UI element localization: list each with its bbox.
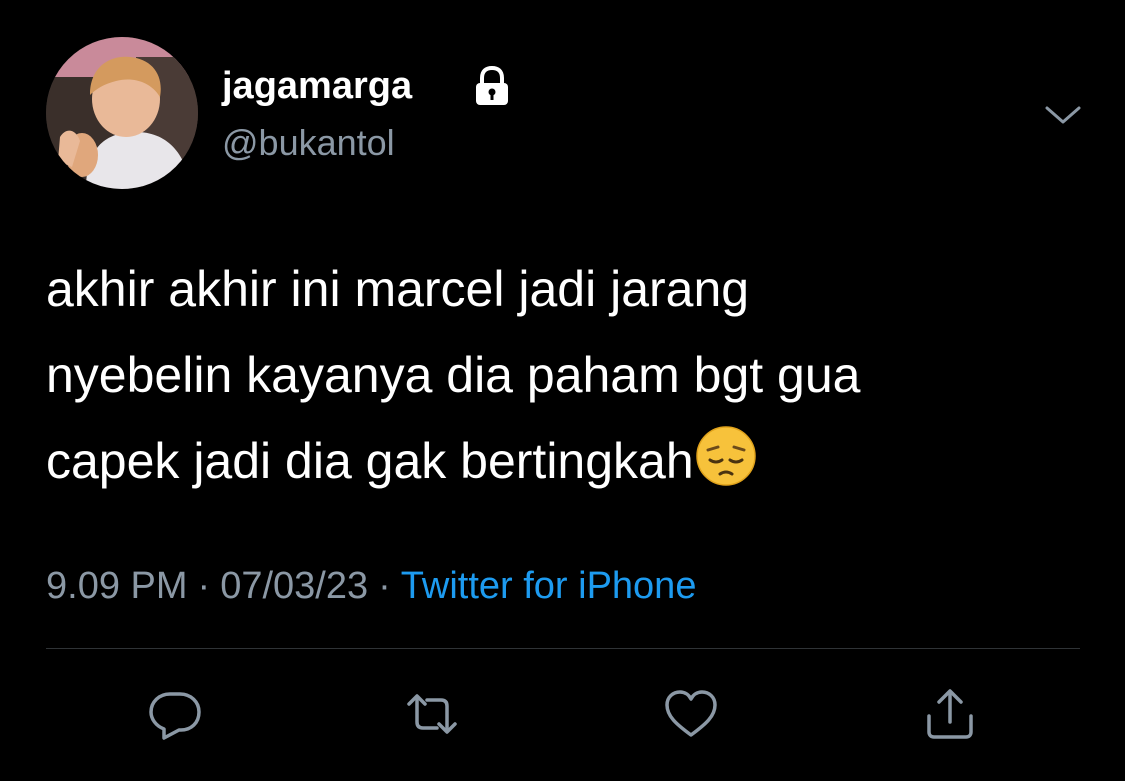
tweet-date: 07/03/23 xyxy=(220,565,369,607)
heart-icon xyxy=(665,690,717,737)
tweet-line-text: capek jadi dia gak bertingkah xyxy=(46,433,694,489)
share-button[interactable] xyxy=(921,686,979,742)
chevron-down-icon[interactable] xyxy=(1043,100,1083,130)
tweet-meta: 9.09 PM · 07/03/23 · Twitter for iPhone xyxy=(46,560,696,612)
retweet-button[interactable] xyxy=(403,686,461,742)
like-button[interactable] xyxy=(662,686,720,742)
tweet-line-last: capek jadi dia gak bertingkah xyxy=(46,418,1086,504)
meta-separator: · xyxy=(197,565,211,607)
tweet-source-link[interactable]: Twitter for iPhone xyxy=(401,565,697,607)
reply-button[interactable] xyxy=(146,686,204,742)
meta-separator: · xyxy=(378,565,391,607)
tweet-line: nyebelin kayanya dia paham bgt gua xyxy=(46,347,861,403)
reply-icon xyxy=(149,692,201,740)
share-icon xyxy=(927,689,973,739)
user-handle[interactable]: @bukantol xyxy=(222,118,395,168)
tweet-line: akhir akhir ini marcel jadi jarang xyxy=(46,261,750,317)
retweet-icon xyxy=(407,694,457,734)
pensive-face-emoji xyxy=(694,424,758,488)
display-name[interactable]: jagamarga xyxy=(222,60,412,112)
profile-photo xyxy=(46,37,198,189)
divider xyxy=(46,648,1080,649)
tweet-text: akhir akhir ini marcel jadi jarang nyebe… xyxy=(46,246,1086,504)
avatar[interactable] xyxy=(46,37,198,189)
lock-icon xyxy=(470,65,514,106)
tweet-time: 9.09 PM xyxy=(46,565,188,607)
